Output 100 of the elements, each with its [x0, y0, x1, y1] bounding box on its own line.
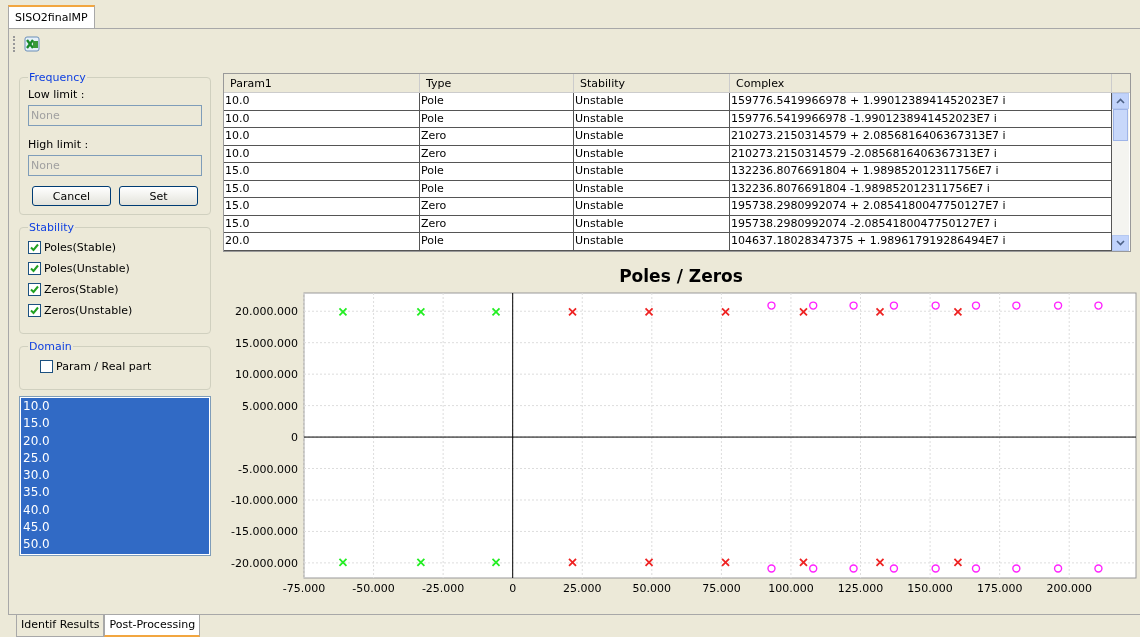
x-tick-label: -50.000 — [352, 581, 395, 595]
table-cell: 10.0 — [224, 145, 420, 162]
x-tick-label: 175.000 — [976, 581, 1023, 595]
x-tick-label: 25.000 — [563, 581, 602, 595]
checkbox[interactable] — [28, 241, 41, 254]
table-cell: 15.0 — [224, 198, 420, 215]
list-item[interactable]: 10.0 — [21, 398, 209, 416]
list-item[interactable]: 15.0 — [21, 415, 209, 433]
column-header[interactable]: Type — [420, 74, 574, 92]
chart-title: Poles / Zeros — [619, 265, 743, 286]
zero-marker — [931, 300, 940, 310]
scroll-down-icon[interactable] — [1116, 239, 1125, 246]
table-cell: Unstable — [574, 233, 730, 250]
column-header[interactable]: Stability — [574, 74, 730, 92]
pole-marker — [416, 306, 426, 316]
checkbox[interactable] — [40, 360, 53, 373]
x-tick-label: 150.000 — [907, 581, 953, 595]
pole-marker — [799, 306, 808, 316]
view-tab[interactable]: Post-Processing — [104, 615, 201, 637]
zero-marker — [889, 563, 899, 573]
pole-marker — [875, 557, 885, 567]
vertical-scrollbar[interactable] — [1112, 93, 1129, 251]
zero-marker — [809, 300, 818, 310]
y-tick-label: -5.000.000 — [238, 462, 298, 476]
editor-tab[interactable]: SISO2finalMP — [8, 5, 95, 28]
pole-marker — [721, 306, 730, 316]
x-tick-label: 125.000 — [837, 581, 884, 595]
field-label: Low limit : — [28, 88, 86, 101]
y-tick-label: -20.000.000 — [231, 556, 298, 570]
field-label: High limit : — [28, 138, 90, 151]
zero-marker — [1012, 300, 1021, 310]
checkbox-label: Zeros(Stable) — [44, 283, 119, 296]
x-tick-label: -25.000 — [421, 581, 465, 595]
zero-marker — [971, 563, 981, 573]
table-cell: Pole — [420, 93, 574, 110]
pole-marker — [953, 306, 963, 316]
list-item[interactable]: 45.0 — [21, 519, 209, 537]
group-title: Frequency — [28, 71, 87, 84]
y-tick-label: -15.000.000 — [231, 524, 298, 538]
spreadsheet-export-icon[interactable] — [24, 36, 40, 52]
zero-marker — [1094, 300, 1103, 310]
checkbox[interactable] — [28, 283, 41, 296]
x-tick-label: 200.000 — [1046, 581, 1092, 595]
pole-marker — [799, 557, 808, 567]
view-tab[interactable]: Identif Results — [16, 615, 105, 637]
column-header[interactable]: Complex — [730, 74, 1112, 92]
table-cell: Unstable — [574, 215, 730, 232]
table-cell: Zero — [420, 198, 574, 215]
checkbox-label: Zeros(Unstable) — [44, 304, 133, 317]
zero-marker — [849, 300, 858, 310]
pole-marker — [875, 306, 885, 316]
zero-marker — [1053, 563, 1063, 573]
group-title: Stability — [28, 221, 75, 234]
table-cell: Unstable — [574, 180, 730, 197]
pole-marker — [338, 306, 348, 316]
checkbox[interactable] — [28, 304, 41, 317]
table-cell: 15.0 — [224, 163, 420, 180]
list-item[interactable]: 35.0 — [21, 484, 209, 502]
zero-marker — [767, 300, 776, 310]
x-tick-label: 100.000 — [768, 581, 814, 595]
table-cell: Zero — [420, 128, 574, 145]
zero-marker — [889, 300, 899, 310]
pole-marker — [568, 306, 577, 316]
table-cell: Unstable — [574, 145, 730, 162]
table-cell: Unstable — [574, 163, 730, 180]
pole-marker — [491, 306, 501, 316]
x-tick-label: 75.000 — [702, 581, 741, 595]
pole-marker — [416, 557, 426, 567]
scrollbar-thumb[interactable] — [1113, 109, 1128, 141]
y-tick-label: 15.000.000 — [235, 336, 298, 350]
list-item[interactable]: 50.0 — [21, 536, 209, 554]
pole-marker — [953, 557, 963, 567]
x-tick-label: 50.000 — [632, 581, 672, 595]
table-cell: Unstable — [574, 198, 730, 215]
table-cell: 10.0 — [224, 93, 420, 110]
pole-marker — [644, 306, 654, 316]
table-cell: Zero — [420, 215, 574, 232]
group-title: Domain — [28, 340, 73, 353]
checkbox-label: Param / Real part — [56, 360, 152, 373]
column-header[interactable]: Param1 — [224, 74, 420, 92]
table-cell: 10.0 — [224, 110, 420, 127]
y-tick-label: 0 — [291, 430, 298, 444]
scroll-up-icon[interactable] — [1116, 98, 1125, 104]
y-tick-label: -10.000.000 — [231, 493, 298, 507]
zero-marker — [809, 563, 818, 573]
x-tick-label: -75.000 — [282, 581, 326, 595]
pole-marker — [491, 557, 501, 567]
table-cell: Unstable — [574, 128, 730, 145]
checkbox-label: Poles(Unstable) — [44, 262, 130, 275]
zero-marker — [1053, 300, 1063, 310]
checkbox[interactable] — [28, 262, 41, 275]
table-cell: Unstable — [574, 110, 730, 127]
pole-marker — [338, 557, 348, 567]
table-cell: Zero — [420, 145, 574, 162]
table-cell: 20.0 — [224, 233, 420, 250]
table-cell: Unstable — [574, 93, 730, 110]
x-tick-label: 0 — [509, 581, 517, 595]
y-tick-label: 5.000.000 — [242, 399, 298, 413]
list-item[interactable]: 30.0 — [21, 467, 209, 485]
table-cell: 15.0 — [224, 180, 420, 197]
